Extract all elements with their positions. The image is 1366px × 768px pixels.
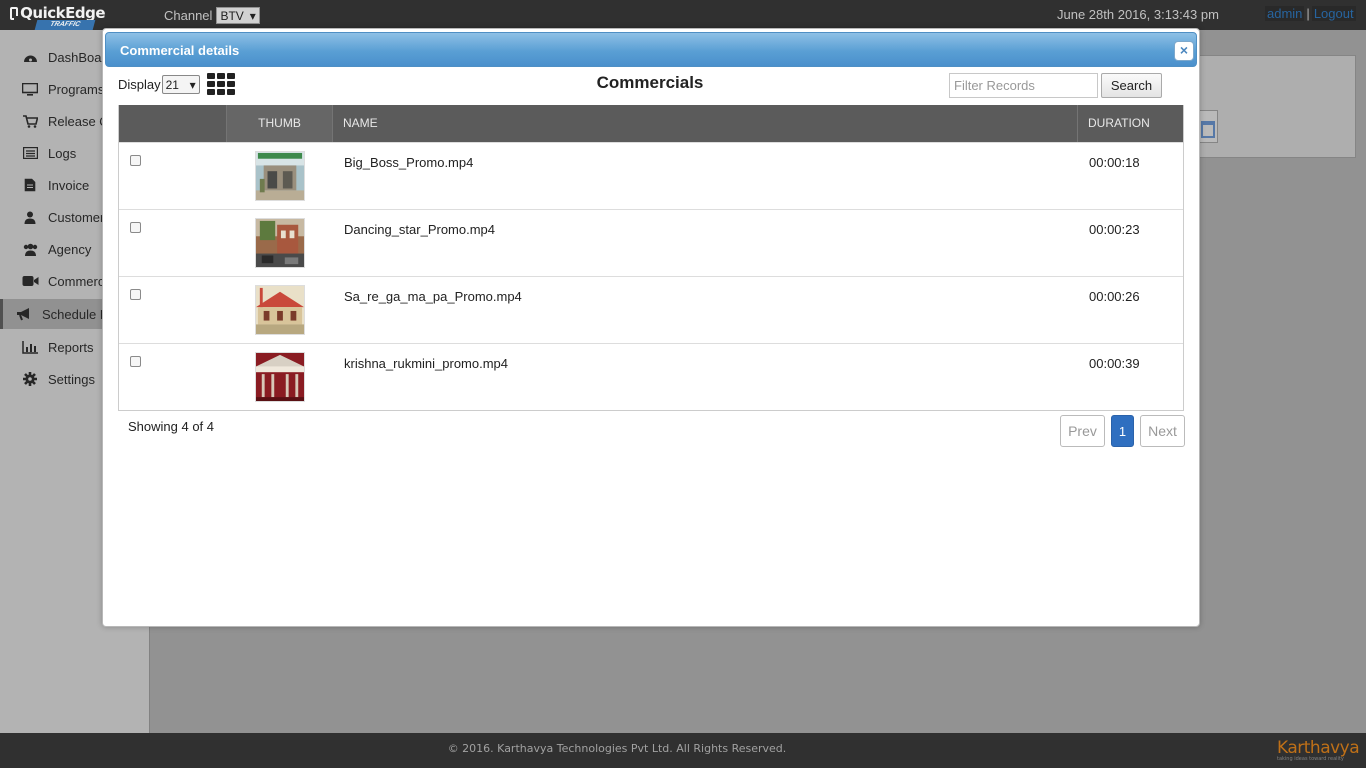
filter-input[interactable] (949, 73, 1098, 98)
commercial-details-modal: Commercial details × Display 21 ▾ Commer… (102, 28, 1200, 627)
column-header-select (119, 105, 227, 142)
table-row[interactable]: Big_Boss_Promo.mp4 00:00:18 (119, 142, 1183, 209)
commercial-name: krishna_rukmini_promo.mp4 (344, 356, 509, 371)
commercial-name: Sa_re_ga_ma_pa_Promo.mp4 (344, 289, 522, 304)
video-thumbnail[interactable] (255, 218, 305, 268)
thumb-cell (227, 210, 333, 276)
modal-title: Commercial details (120, 43, 240, 58)
video-thumbnail[interactable] (255, 151, 305, 201)
table-row[interactable]: krishna_rukmini_promo.mp4 00:00:39 (119, 343, 1183, 410)
select-cell (119, 277, 227, 343)
column-header-thumb[interactable]: THUMB (227, 105, 333, 142)
commercial-duration: 00:00:18 (1089, 155, 1140, 170)
row-checkbox[interactable] (130, 289, 141, 300)
prev-page-button[interactable]: Prev (1060, 415, 1105, 447)
video-thumbnail[interactable] (255, 352, 305, 402)
select-cell (119, 143, 227, 209)
pagination: Prev 1 Next (1060, 415, 1185, 447)
page-1-button[interactable]: 1 (1111, 415, 1134, 447)
commercial-duration: 00:00:26 (1089, 289, 1140, 304)
commercial-name: Big_Boss_Promo.mp4 (344, 155, 474, 170)
thumb-cell (227, 344, 333, 410)
table-row[interactable]: Sa_re_ga_ma_pa_Promo.mp4 00:00:26 (119, 276, 1183, 343)
thumb-cell (227, 143, 333, 209)
row-checkbox[interactable] (130, 155, 141, 166)
column-header-name[interactable]: NAME (333, 105, 1078, 142)
modal-header: Commercial details × (105, 32, 1197, 67)
thumb-cell (227, 277, 333, 343)
commercial-duration: 00:00:39 (1089, 356, 1140, 371)
next-page-button[interactable]: Next (1140, 415, 1185, 447)
video-thumbnail[interactable] (255, 285, 305, 335)
close-button[interactable]: × (1174, 41, 1194, 61)
search-button[interactable]: Search (1101, 73, 1162, 98)
column-header-duration[interactable]: DURATION (1078, 105, 1183, 142)
select-cell (119, 344, 227, 410)
row-checkbox[interactable] (130, 222, 141, 233)
commercials-table: THUMB NAME DURATION Big_Boss_Promo.mp4 0… (118, 105, 1184, 411)
commercial-duration: 00:00:23 (1089, 222, 1140, 237)
select-cell (119, 210, 227, 276)
records-count: Showing 4 of 4 (128, 419, 215, 434)
row-checkbox[interactable] (130, 356, 141, 367)
table-row[interactable]: Dancing_star_Promo.mp4 00:00:23 (119, 209, 1183, 276)
commercial-name: Dancing_star_Promo.mp4 (344, 222, 496, 237)
table-header: THUMB NAME DURATION (119, 105, 1183, 142)
